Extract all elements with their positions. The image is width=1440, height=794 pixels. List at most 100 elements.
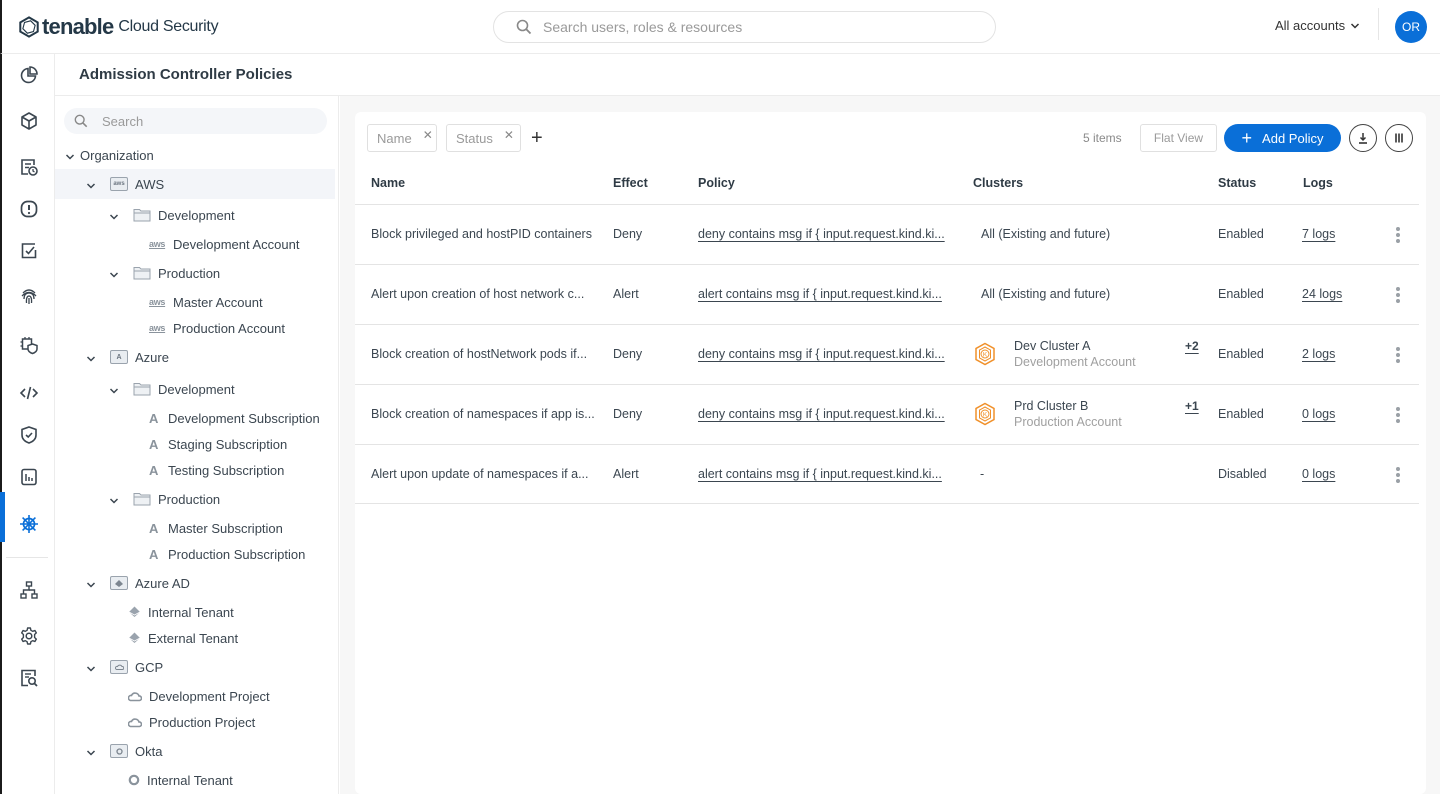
tree-node[interactable]: aws Development Account: [55, 229, 335, 259]
more-actions-icon[interactable]: [1393, 225, 1403, 245]
chevron-down-icon[interactable]: [86, 352, 96, 362]
logs-link[interactable]: 7 logs: [1302, 227, 1335, 241]
table-row[interactable]: Block creation of hostNetwork pods if...…: [355, 324, 1419, 384]
close-icon[interactable]: ✕: [423, 128, 433, 142]
chevron-down-icon[interactable]: [65, 150, 75, 160]
chevron-down-icon[interactable]: [109, 494, 119, 504]
azure-icon: A: [149, 410, 159, 426]
chevron-down-icon[interactable]: [109, 384, 119, 394]
policy-code-link[interactable]: deny contains msg if { input.request.kin…: [698, 407, 945, 421]
flat-view-button[interactable]: Flat View: [1140, 124, 1217, 152]
nav-analytics[interactable]: [2, 459, 55, 495]
tree-node[interactable]: Development: [55, 200, 335, 230]
dashboard-pie-icon: [20, 66, 38, 84]
nav-findings[interactable]: [2, 191, 55, 227]
more-clusters-link[interactable]: +2: [1185, 339, 1199, 353]
app-logo[interactable]: tenable Cloud Security: [18, 13, 219, 41]
cluster-name[interactable]: Prd Cluster B: [1014, 399, 1088, 413]
table-row[interactable]: Alert upon creation of host network c...…: [355, 264, 1419, 324]
more-actions-icon[interactable]: [1393, 285, 1403, 305]
tree-node[interactable]: Production Project: [55, 707, 335, 737]
nav-code[interactable]: [2, 375, 55, 411]
table-row[interactable]: Alert upon update of namespaces if a... A…: [355, 444, 1419, 504]
close-icon[interactable]: ✕: [504, 128, 514, 142]
chevron-down-icon[interactable]: [86, 746, 96, 756]
column-header-status[interactable]: Status: [1218, 176, 1256, 190]
chevron-down-icon[interactable]: [86, 578, 96, 588]
nav-reports[interactable]: [2, 149, 55, 185]
column-header-logs[interactable]: Logs: [1303, 176, 1333, 190]
tree-node-content: Internal Tenant: [128, 773, 233, 788]
accounts-selector[interactable]: All accounts: [1275, 18, 1360, 33]
tree-node[interactable]: Development: [55, 374, 335, 404]
nav-compliance[interactable]: [2, 233, 55, 269]
logs-link[interactable]: 0 logs: [1302, 467, 1335, 481]
logs-link[interactable]: 24 logs: [1302, 287, 1342, 301]
global-search[interactable]: [493, 11, 996, 43]
azure-icon: A: [149, 546, 159, 562]
filter-chip-label: Status: [456, 130, 493, 146]
nav-settings[interactable]: [2, 618, 55, 654]
tree-node[interactable]: A Testing Subscription: [55, 455, 335, 485]
nav-kubernetes[interactable]: [0, 492, 55, 542]
nav-organization[interactable]: [2, 572, 55, 608]
tree-node-content: Development: [109, 382, 235, 397]
tree-node[interactable]: Azure AD: [55, 568, 335, 598]
policy-code-link[interactable]: deny contains msg if { input.request.kin…: [698, 227, 945, 241]
tree-search-input[interactable]: [102, 113, 302, 129]
policy-code-link[interactable]: alert contains msg if { input.request.ki…: [698, 287, 942, 301]
tree-node[interactable]: A Azure: [55, 342, 335, 372]
nav-workloads[interactable]: [2, 327, 55, 363]
chevron-down-icon[interactable]: [86, 179, 96, 189]
add-policy-button[interactable]: + Add Policy: [1224, 124, 1341, 152]
tree-node[interactable]: GCP: [55, 652, 335, 682]
tree-node-content: Development Project: [128, 689, 270, 704]
tree-node-content: aws Development Account: [149, 237, 299, 252]
tree-node[interactable]: Okta: [55, 736, 335, 766]
tree-node-content: Okta: [86, 744, 162, 759]
more-clusters-link[interactable]: +1: [1185, 399, 1199, 413]
chevron-down-icon[interactable]: [109, 210, 119, 220]
more-actions-icon[interactable]: [1393, 405, 1403, 425]
tree-node[interactable]: Internal Tenant: [55, 765, 335, 794]
logs-link[interactable]: 2 logs: [1302, 347, 1335, 361]
global-search-input[interactable]: [543, 19, 963, 35]
table-row[interactable]: Block creation of namespaces if app is..…: [355, 384, 1419, 444]
column-header-name[interactable]: Name: [371, 176, 405, 190]
tree-node[interactable]: Production: [55, 484, 335, 514]
table-row[interactable]: Block privileged and hostPID containers D…: [355, 204, 1419, 264]
tree-node[interactable]: aws AWS: [55, 169, 335, 199]
tree-node[interactable]: aws Production Account: [55, 313, 335, 343]
nav-protection[interactable]: [2, 417, 55, 453]
checkbox-compliance-icon: [21, 243, 36, 259]
column-header-effect[interactable]: Effect: [613, 176, 648, 190]
tree-node[interactable]: External Tenant: [55, 623, 335, 653]
download-button[interactable]: [1349, 124, 1377, 152]
tree-node-content: aws Production Account: [149, 321, 285, 336]
policy-code-link[interactable]: deny contains msg if { input.request.kin…: [698, 347, 945, 361]
column-header-clusters[interactable]: Clusters: [973, 176, 1023, 190]
policy-code-link[interactable]: alert contains msg if { input.request.ki…: [698, 467, 942, 481]
nav-identity[interactable]: [2, 278, 55, 314]
chevron-down-icon[interactable]: [109, 268, 119, 278]
logs-link[interactable]: 0 logs: [1302, 407, 1335, 421]
filter-chip-name[interactable]: Name ✕: [367, 124, 437, 152]
column-header-policy[interactable]: Policy: [698, 176, 735, 190]
tree-node[interactable]: Production: [55, 258, 335, 288]
columns-button[interactable]: [1385, 124, 1413, 152]
tree-node-label: Organization: [80, 147, 154, 163]
tree-node[interactable]: Organization: [55, 140, 335, 170]
more-actions-icon[interactable]: [1393, 465, 1403, 485]
cluster-name[interactable]: Dev Cluster A: [1014, 339, 1090, 353]
more-actions-icon[interactable]: [1393, 345, 1403, 365]
nav-audit[interactable]: [2, 660, 55, 696]
tree-node[interactable]: A Production Subscription: [55, 539, 335, 569]
nav-inventory[interactable]: [2, 103, 55, 139]
tree-node-content: Organization: [65, 148, 154, 163]
tree-search[interactable]: [64, 108, 327, 134]
user-avatar[interactable]: OR: [1395, 11, 1427, 43]
nav-dashboard[interactable]: [2, 57, 55, 93]
filter-chip-status[interactable]: Status ✕: [446, 124, 521, 152]
add-filter-button[interactable]: +: [531, 127, 543, 149]
chevron-down-icon[interactable]: [86, 662, 96, 672]
